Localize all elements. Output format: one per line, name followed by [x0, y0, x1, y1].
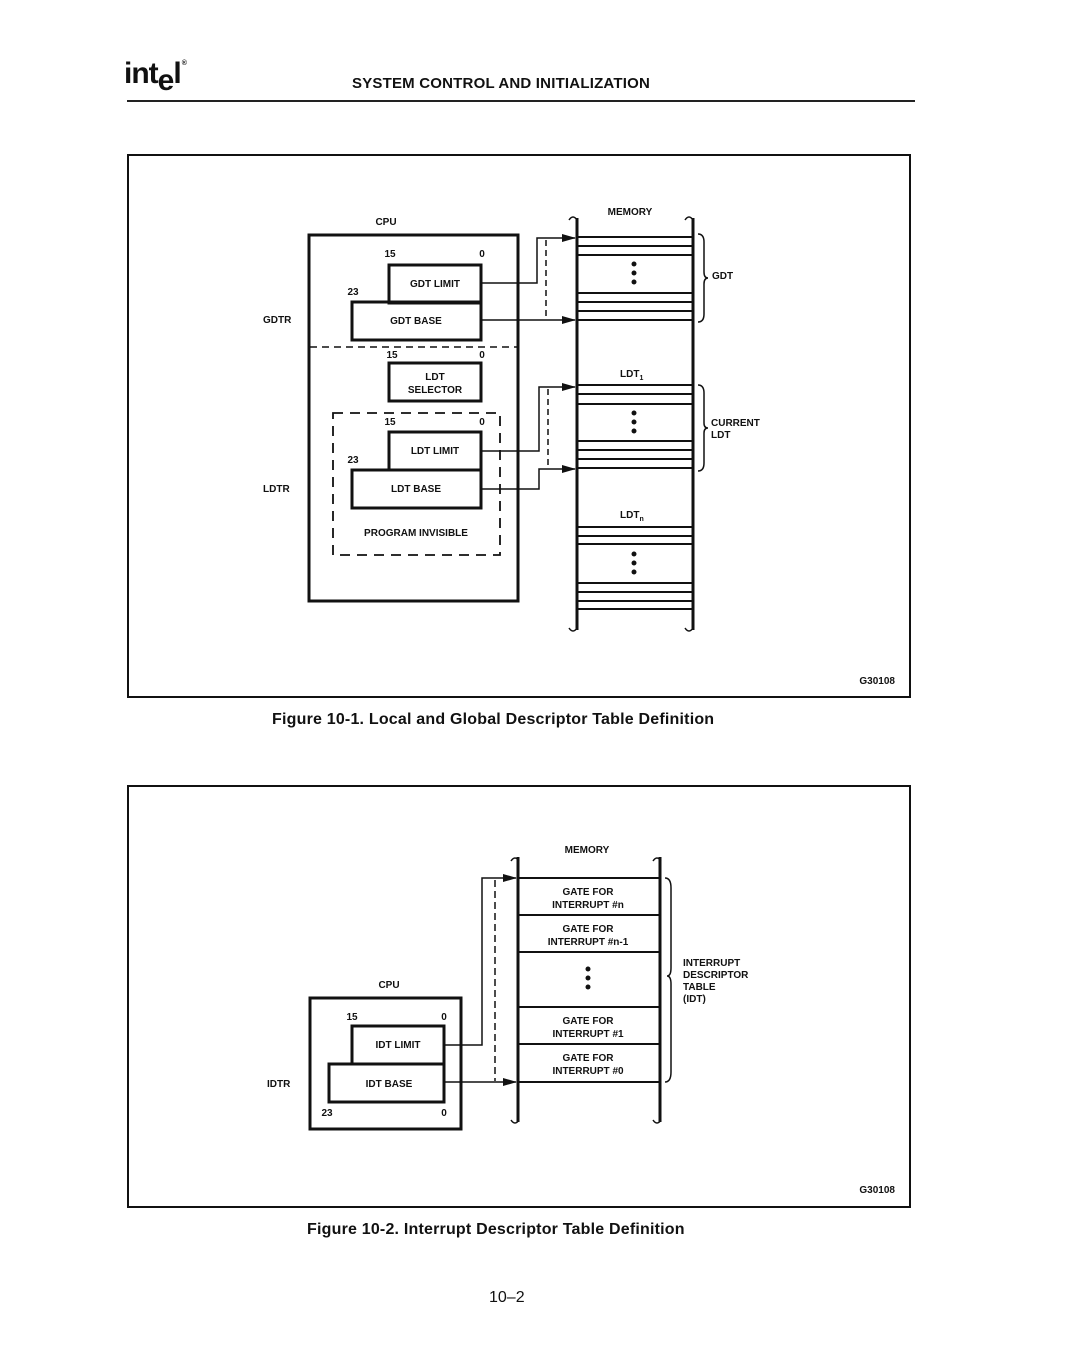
program-invisible-label: PROGRAM INVISIBLE [364, 528, 468, 539]
memory2-break-bottom-left [510, 1119, 520, 1124]
figures-canvas: CPU GDTR 15 0 23 GDT LIMIT GDT BASE 15 0… [127, 154, 911, 1208]
figure-2: CPU 15 0 IDT LIMIT IDT BASE 23 0 IDTR ME… [127, 785, 911, 1208]
current-ldt-label-line2: LDT [711, 430, 730, 441]
memory-break-bottom-left [568, 627, 578, 632]
ldt-limit-label: LDT LIMIT [411, 446, 459, 457]
memory-break-top-right [684, 216, 694, 221]
gate-n-line1: GATE FOR [563, 887, 615, 898]
ldt-sel-bit0: 0 [479, 350, 485, 361]
cpu-label-2: CPU [378, 980, 399, 991]
memory2-break-bottom-right [652, 1119, 662, 1124]
idt-label-line2: DESCRIPTOR [683, 970, 749, 981]
gate-1-line1: GATE FOR [563, 1016, 615, 1027]
gdt-base-label: GDT BASE [390, 316, 442, 327]
memory2-break-top-right [652, 857, 662, 862]
gdt-ellipsis [631, 261, 637, 285]
idt-label-line1: INTERRUPT [683, 958, 740, 969]
memory2-break-top-left [510, 857, 520, 862]
idt-bit15: 15 [346, 1012, 358, 1023]
gdt-rows [577, 236, 693, 321]
idt-label-line3: TABLE [683, 982, 716, 993]
ldtr-label: LDTR [263, 484, 290, 495]
ldt1-label: LDT1 [620, 369, 643, 382]
ldt-bit23: 23 [347, 455, 359, 466]
idt-limit-label: IDT LIMIT [376, 1040, 421, 1051]
ldt-selector-label-line1: LDT [425, 372, 444, 383]
gate-n1-line2: INTERRUPT #n-1 [548, 937, 629, 948]
idt-bit0-top: 0 [441, 1012, 447, 1023]
ldt-base-label: LDT BASE [391, 484, 441, 495]
memory-break-top-left [568, 216, 578, 221]
figure-2-code: G30108 [859, 1185, 895, 1196]
gate-1-line2: INTERRUPT #1 [552, 1029, 624, 1040]
current-ldt-label-line1: CURRENT [711, 418, 760, 429]
cpu-label: CPU [375, 217, 396, 228]
memory-label: MEMORY [608, 207, 653, 218]
memory-label-2: MEMORY [565, 845, 610, 856]
gdt-limit-label: GDT LIMIT [410, 279, 460, 290]
idt-bit23: 23 [321, 1108, 333, 1119]
gdt-bit23: 23 [347, 287, 359, 298]
idt-ellipsis [585, 966, 591, 990]
memory-break-bottom-right [684, 627, 694, 632]
page-number: 10–2 [489, 1289, 525, 1306]
gate-0-line1: GATE FOR [563, 1053, 615, 1064]
gate-n-line2: INTERRUPT #n [552, 900, 624, 911]
ldt1-ellipsis [631, 410, 637, 434]
current-ldt-brace [697, 384, 709, 472]
gdt-bit0: 0 [479, 249, 485, 260]
ldt1-rows [577, 384, 693, 469]
figure-2-caption: Figure 10-2. Interrupt Descriptor Table … [307, 1221, 685, 1238]
ldtn-rows [577, 526, 693, 610]
ldtn-label: LDTn [620, 510, 644, 523]
figure-1-caption: Figure 10-1. Local and Global Descriptor… [272, 711, 715, 728]
idt-label-line4: (IDT) [683, 994, 706, 1005]
gate-0-line2: INTERRUPT #0 [552, 1066, 624, 1077]
idtr-label: IDTR [267, 1079, 291, 1090]
idt-limit-connector [444, 874, 517, 1046]
idt-brace [664, 877, 672, 1083]
figure-1-code: G30108 [859, 676, 895, 687]
ldt-base-connector [481, 465, 576, 490]
ldt-bit0: 0 [479, 417, 485, 428]
idt-base-label: IDT BASE [366, 1079, 413, 1090]
figure-1: CPU GDTR 15 0 23 GDT LIMIT GDT BASE 15 0… [127, 154, 911, 698]
gdt-limit-connector [481, 234, 576, 284]
gdtr-label: GDTR [263, 315, 292, 326]
ldt-limit-connector [481, 383, 576, 452]
gdt-brace-label: GDT [712, 271, 733, 282]
gdt-brace [697, 233, 709, 323]
ldt-bit15: 15 [384, 417, 396, 428]
ldt-selector-label-line2: SELECTOR [408, 385, 463, 396]
idt-bit0-bottom: 0 [441, 1108, 447, 1119]
gate-n1-line1: GATE FOR [563, 924, 615, 935]
gdt-bit15: 15 [384, 249, 396, 260]
ldt-sel-bit15: 15 [386, 350, 398, 361]
ldtn-ellipsis [631, 551, 637, 575]
